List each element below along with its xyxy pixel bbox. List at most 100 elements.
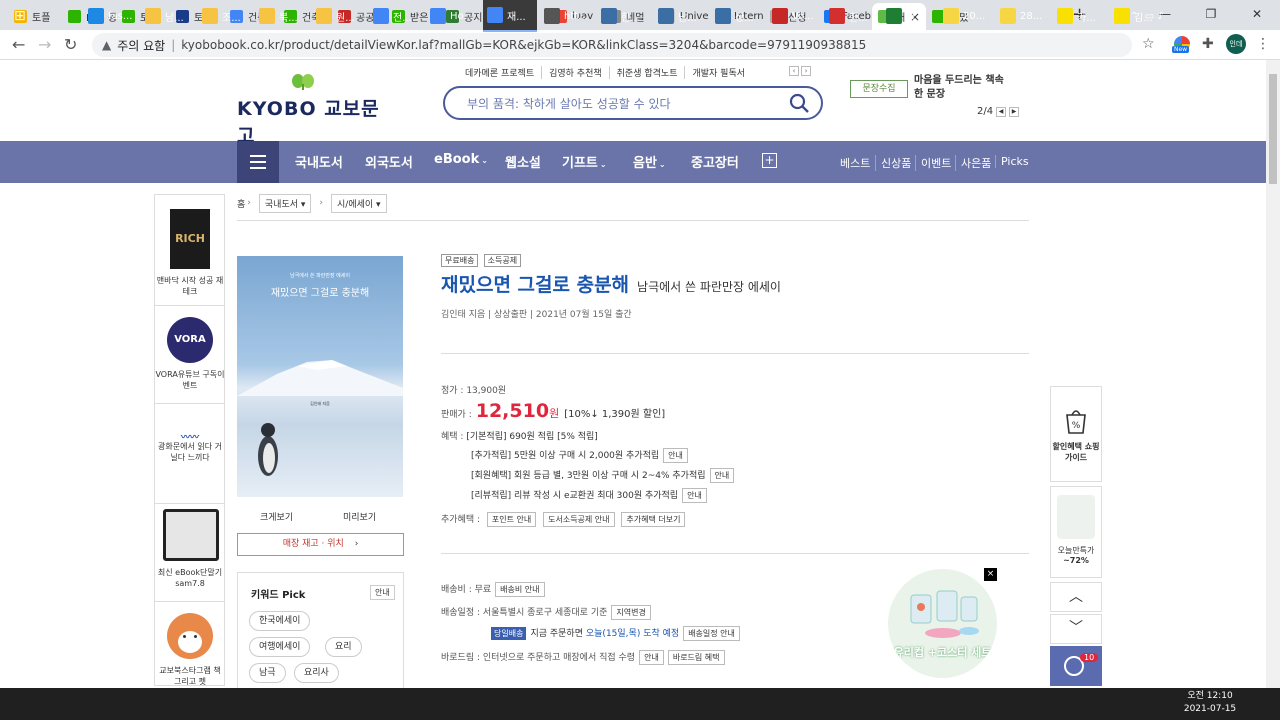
taskbar-item[interactable]: 남... <box>141 0 195 32</box>
reload-icon[interactable]: ↻ <box>64 35 77 54</box>
preview-button[interactable]: 미리보기 <box>343 510 376 523</box>
taskbar-item[interactable]: 남... <box>654 0 708 32</box>
taskbar-item[interactable]: 28... <box>996 0 1050 32</box>
keyword-chip[interactable]: 요리사 <box>294 663 339 683</box>
book-cover-image[interactable]: 남극에서 쓴 파란만장 에세이 재밌으면 그걸로 충분해 김인태 지음 <box>237 256 403 497</box>
bookmark-star-icon[interactable]: ☆ <box>1142 36 1155 52</box>
vora-logo-icon[interactable]: VORA <box>167 317 213 363</box>
scrollbar-thumb[interactable] <box>1269 74 1277 184</box>
ebook-reader-icon[interactable] <box>163 509 219 561</box>
keyword-info-button[interactable]: 안내 <box>370 585 395 600</box>
info-button[interactable]: 안내 <box>663 448 688 463</box>
taskbar-item[interactable]: 한... <box>825 0 879 32</box>
extensions-puzzle-icon[interactable]: ✚ <box>1202 36 1214 52</box>
rich-book-thumb[interactable]: RICH <box>170 209 210 269</box>
keyword-chip[interactable]: 한국에세이 <box>249 611 311 631</box>
search-input[interactable]: 부의 품격: 착하게 살아도 성공할 수 있다 <box>443 86 823 120</box>
shipping-info-button[interactable]: 배송비 안내 <box>495 582 545 597</box>
kyobo-logo[interactable]: KYOBO 교보문고 <box>237 72 387 147</box>
taskbar-item[interactable]: fas... <box>84 0 138 32</box>
shopping-guide-button[interactable]: % 할인혜택 쇼핑가이드 <box>1050 386 1102 482</box>
nav-best[interactable]: 베스트 <box>840 155 870 171</box>
search-icon[interactable] <box>789 93 809 113</box>
taskbar-item[interactable]: 조... <box>198 0 252 32</box>
schedule-info-button[interactable]: 배송일정 안내 <box>683 626 740 641</box>
top-link[interactable]: 개발자 필독서 <box>685 66 752 79</box>
keyword-chip[interactable]: 요리 <box>325 637 362 657</box>
chevron-down-icon: ⌄ <box>599 160 607 169</box>
profile-avatar[interactable]: 인데 <box>1226 34 1246 54</box>
left-banner-label[interactable]: 최신 eBook단말기 sam7.8 <box>155 567 225 589</box>
nav-gifts[interactable]: 사은품 <box>955 155 991 171</box>
taskbar-item[interactable]: 한... <box>882 0 936 32</box>
region-change-button[interactable]: 지역변경 <box>611 605 651 620</box>
barodrim-benefit-button[interactable]: 바로드림 혜택 <box>667 650 725 665</box>
nav-used[interactable]: 중고장터 <box>691 152 739 171</box>
taskbar-item[interactable]: 20... <box>939 0 993 32</box>
pager-prev-icon[interactable]: ◀ <box>996 106 1007 117</box>
top-link[interactable]: 데카메론 프로젝트 <box>458 66 543 79</box>
nav-gift[interactable]: 기프트 ⌄ <box>562 152 607 171</box>
left-banner-label[interactable]: 광화문에서 읽다 거닐다 느끼다 <box>155 441 225 463</box>
taskbar-item[interactable]: 카... <box>1053 0 1107 32</box>
taskbar-item[interactable]: 북... <box>255 0 309 32</box>
breadcrumb-home[interactable]: 홈 <box>237 197 245 210</box>
omnibox[interactable]: ▲ 주의 요함 | kyobobook.co.kr/product/detail… <box>92 33 1132 57</box>
keyword-chip[interactable]: 여행에세이 <box>249 637 311 657</box>
back-icon[interactable]: ← <box>12 35 25 54</box>
maximize-icon[interactable]: ❐ <box>1188 0 1234 30</box>
scroll-up-icon[interactable]: ︿ <box>1050 582 1102 612</box>
system-tray[interactable]: ⌃ ▭ ♪ <box>1130 0 1164 32</box>
start-menu-icon[interactable]: ⊞ <box>14 0 26 32</box>
plus-icon[interactable]: + <box>762 153 777 168</box>
top-link[interactable]: 취준생 합격노트 <box>610 66 686 79</box>
taskbar-item[interactable]: Ho... <box>426 0 480 32</box>
nav-webnovel[interactable]: 웹소설 <box>505 152 541 171</box>
nav-domestic[interactable]: 국내도서 <box>295 152 343 171</box>
vertical-scrollbar[interactable] <box>1266 60 1280 688</box>
next-link-icon[interactable]: › <box>801 66 811 76</box>
taskbar-item[interactable]: 상... <box>711 0 765 32</box>
prev-link-icon[interactable]: ‹ <box>789 66 799 76</box>
chrome-menu-icon[interactable]: ⋮ <box>1256 36 1270 52</box>
more-benefit-button[interactable]: 추가혜택 더보기 <box>621 512 686 527</box>
left-banner-label[interactable]: VORA유튜브 구독이벤트 <box>155 369 225 391</box>
taskbar-item[interactable]: htt... <box>540 0 594 32</box>
store-stock-button[interactable]: 매장 재고 · 위치 › <box>237 533 404 556</box>
nav-music[interactable]: 음반 ⌄ <box>633 152 666 171</box>
keyword-chip[interactable]: 남극 <box>249 663 286 683</box>
top-link[interactable]: 김영하 추천책 <box>542 66 610 79</box>
info-button[interactable]: 안내 <box>682 488 707 503</box>
pager-next-icon[interactable]: ▶ <box>1009 106 1020 117</box>
app-icon <box>145 8 161 24</box>
taskbar-item[interactable]: 재... <box>483 0 537 32</box>
view-large-button[interactable]: 크게보기 <box>260 510 293 523</box>
taskbar-item[interactable]: 한... <box>597 0 651 32</box>
system-clock[interactable]: 오전 12:10 2021-07-15 <box>1180 690 1240 716</box>
scroll-down-icon[interactable]: ﹀ <box>1050 614 1102 644</box>
close-window-icon[interactable]: ✕ <box>1234 0 1280 30</box>
nav-event[interactable]: 이벤트 <box>915 155 951 171</box>
breadcrumb-level1[interactable]: 국내도서 ▾ <box>258 193 312 213</box>
today-deal-button[interactable]: 오늘만특가 ~72% <box>1050 486 1102 578</box>
corgi-dog-icon[interactable] <box>167 613 213 659</box>
left-banner-label[interactable]: 교보북스타그램 책 그리고 펫 <box>155 665 225 687</box>
nav-ebook[interactable]: eBook ⌄ <box>434 152 488 167</box>
taskbar-item[interactable]: 원... <box>312 0 366 32</box>
nav-new[interactable]: 신상품 <box>875 155 911 171</box>
hamburger-menu-icon[interactable] <box>237 141 279 183</box>
recent-items-button[interactable]: 10 <box>1050 646 1102 686</box>
nav-foreign[interactable]: 외국도서 <box>365 152 413 171</box>
info-button[interactable]: 안내 <box>709 468 735 483</box>
nav-picks[interactable]: Picks <box>995 155 1029 168</box>
point-info-button[interactable]: 포인트 안내 <box>486 512 537 527</box>
ad-close-icon[interactable]: × <box>984 568 997 581</box>
taskbar-item[interactable]: Vo... <box>768 0 822 32</box>
info-button[interactable]: 안내 <box>639 650 664 665</box>
left-banner-label[interactable]: 맨바닥 시작 성공 재테크 <box>155 275 225 297</box>
floating-ad[interactable]: 유리컵 +코스터 세트 <box>888 569 997 678</box>
breadcrumb-level2[interactable]: 시/에세이 ▾ <box>331 193 387 213</box>
taskbar-item[interactable]: 전... <box>369 0 423 32</box>
forward-icon[interactable]: → <box>38 35 51 54</box>
tax-info-button[interactable]: 도서소득공제 안내 <box>543 512 615 527</box>
